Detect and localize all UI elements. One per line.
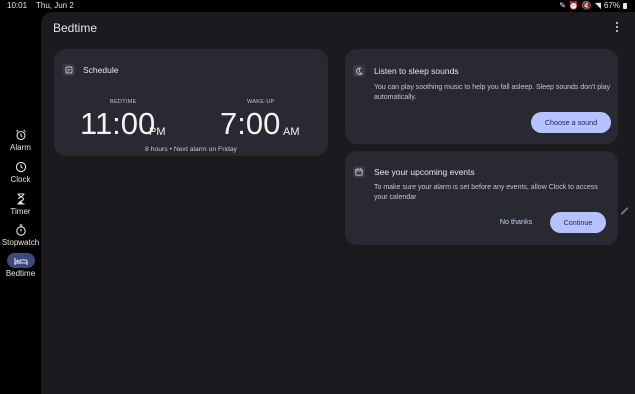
- nav-label-bedtime: Bedtime: [5, 269, 36, 278]
- battery-icon: [623, 2, 627, 9]
- wifi-icon: ◥: [594, 1, 601, 10]
- no-thanks-button[interactable]: No thanks: [489, 211, 543, 232]
- continue-button[interactable]: Continue: [550, 212, 606, 233]
- nav-label-timer: Timer: [10, 207, 31, 216]
- wakeup-ampm: AM: [283, 126, 300, 138]
- edit-icon: ✎: [559, 1, 566, 10]
- schedule-title: Schedule: [83, 65, 119, 75]
- navigation-rail: Alarm Clock Timer Stopwatch Bedtime: [0, 12, 41, 394]
- wakeup-time[interactable]: 7:00: [220, 107, 280, 141]
- mute-icon: 🔇: [581, 1, 592, 10]
- nav-item-clock[interactable]: Clock: [0, 160, 41, 185]
- battery-level: 67%: [603, 1, 620, 10]
- nav-label-stopwatch: Stopwatch: [1, 238, 40, 247]
- status-bar: 10:01 Thu, Jun 2 ✎ ⏰ 🔇 ◥ 67%: [0, 0, 635, 11]
- calendar-icon: [353, 166, 365, 178]
- nav-item-stopwatch[interactable]: Stopwatch: [0, 223, 41, 248]
- nav-item-bedtime[interactable]: Bedtime: [0, 253, 41, 279]
- wakeup-label: WAKE-UP: [247, 99, 275, 105]
- bed-icon: [6, 253, 35, 268]
- schedule-card[interactable]: Schedule BEDTIME 11:00 PM WAKE-UP 7:00 A…: [54, 49, 328, 156]
- status-icons: ✎ ⏰ 🔇 ◥ 67%: [559, 0, 627, 11]
- upcoming-events-description: To make sure your alarm is set before an…: [374, 184, 598, 201]
- choose-sound-button[interactable]: Choose a sound: [531, 112, 611, 133]
- upcoming-events-title: See your upcoming events: [374, 167, 475, 177]
- alarm-icon: [15, 128, 27, 142]
- schedule-icon: [63, 64, 75, 76]
- drag-handle-icon[interactable]: [620, 207, 629, 215]
- main-panel: Bedtime Schedule BEDTIME 11:00 PM WAKE-U…: [41, 12, 635, 394]
- nav-item-timer[interactable]: Timer: [0, 192, 41, 217]
- status-time: 10:01: [7, 1, 28, 10]
- hourglass-icon: [16, 192, 26, 206]
- status-date: Thu, Jun 2: [36, 1, 74, 10]
- nav-label-alarm: Alarm: [10, 143, 31, 152]
- moon-icon: [353, 65, 365, 77]
- more-options-icon[interactable]: [613, 19, 621, 35]
- stopwatch-icon: [15, 223, 27, 237]
- page-title: Bedtime: [53, 21, 98, 35]
- bedtime-time[interactable]: 11:00: [80, 107, 155, 141]
- bedtime-label: BEDTIME: [110, 99, 137, 105]
- schedule-summary: 8 hours • Next alarm on Friday: [145, 146, 237, 153]
- alarm-icon: ⏰: [568, 1, 579, 10]
- bedtime-ampm: PM: [149, 126, 166, 138]
- sleep-sounds-card: Listen to sleep sounds You can play soot…: [345, 49, 618, 144]
- upcoming-events-card: See your upcoming events To make sure yo…: [345, 151, 618, 245]
- sleep-sounds-description: You can play soothing music to help you …: [374, 84, 611, 101]
- nav-item-alarm[interactable]: Alarm: [0, 128, 41, 153]
- nav-label-clock: Clock: [10, 175, 31, 184]
- clock-icon: [15, 160, 27, 174]
- sleep-sounds-title: Listen to sleep sounds: [374, 66, 459, 76]
